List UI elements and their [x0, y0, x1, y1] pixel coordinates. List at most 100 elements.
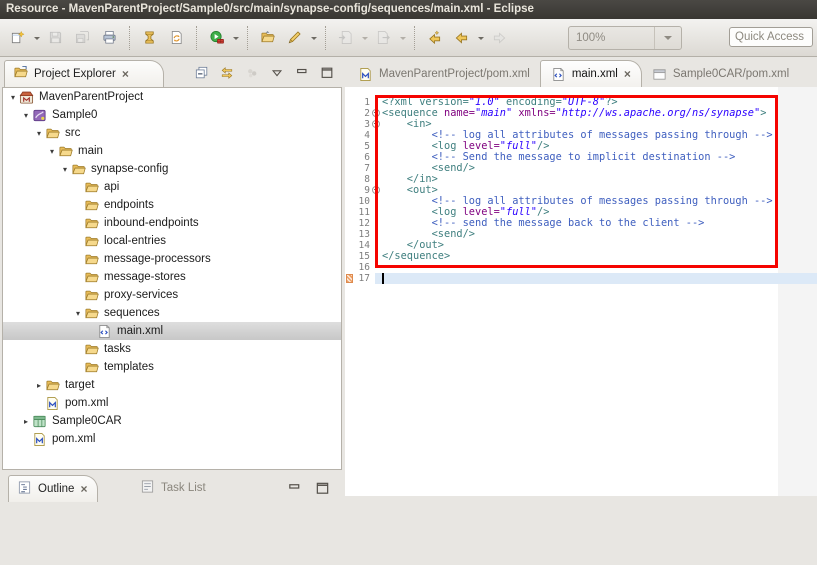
- line-number: 5: [345, 141, 370, 152]
- annotation-marker[interactable]: [346, 274, 353, 283]
- save-all-icon: [75, 30, 90, 45]
- maximize-icon[interactable]: [315, 481, 330, 501]
- task-list-tab-label: Task List: [161, 482, 206, 494]
- tree-item-proxy-services[interactable]: proxy-services: [3, 286, 341, 304]
- folder-icon: [84, 198, 99, 213]
- tree-item-pom-xml[interactable]: pom.xml: [3, 430, 341, 448]
- expander-icon[interactable]: ▾: [33, 129, 45, 138]
- tree-item-synapse-config[interactable]: ▾synapse-config: [3, 160, 341, 178]
- expander-icon[interactable]: ▾: [7, 93, 19, 102]
- tab-outline[interactable]: Outline ×: [8, 475, 98, 502]
- close-icon[interactable]: ×: [624, 68, 631, 80]
- editor-overview-ruler[interactable]: [778, 87, 817, 496]
- tree-item-label: pom.xml: [49, 433, 98, 445]
- folder-icon: [84, 234, 99, 249]
- tree-item-main[interactable]: ▾main: [3, 142, 341, 160]
- zoom-dropdown-icon[interactable]: [654, 27, 681, 49]
- tree-item-src[interactable]: ▾ src: [3, 124, 341, 142]
- editor-tab-main-xml[interactable]: main.xml×: [540, 60, 642, 87]
- outline-icon: [17, 480, 32, 498]
- tree-item-main-xml[interactable]: main.xml: [3, 322, 341, 340]
- editor-tab-sample0car-pom-xml[interactable]: Sample0CAR/pom.xml: [642, 61, 799, 87]
- print-button[interactable]: [96, 24, 123, 51]
- tree-item-target[interactable]: ▸ target: [3, 376, 341, 394]
- expander-icon[interactable]: ▾: [46, 147, 58, 156]
- editor-tab-label: Sample0CAR/pom.xml: [673, 68, 789, 80]
- run-dropdown-icon[interactable]: [230, 24, 241, 51]
- new-button[interactable]: [4, 24, 31, 51]
- editor-tab-mavenparentproject-pom-xml[interactable]: MavenParentProject/pom.xml: [348, 61, 540, 87]
- tree-item-label: local-entries: [101, 235, 169, 247]
- line-number: 8: [345, 174, 370, 185]
- tab-project-explorer[interactable]: Project Explorer ×: [4, 60, 164, 87]
- maximize-icon: [320, 66, 334, 80]
- brush-icon: [287, 30, 302, 45]
- toolbar-button-group: [4, 24, 513, 51]
- task-list-icon: [140, 479, 155, 494]
- workbench: Project Explorer × ▾MavenParentProject▾S…: [0, 57, 817, 496]
- tree-item-pom-xml[interactable]: pom.xml: [3, 394, 341, 412]
- link-with-editor-button[interactable]: [220, 66, 234, 85]
- close-icon[interactable]: ×: [122, 68, 129, 80]
- tree-item-api[interactable]: api: [3, 178, 341, 196]
- close-icon[interactable]: ×: [80, 483, 87, 495]
- view-menu-icon: [270, 66, 284, 80]
- minimize-icon[interactable]: [287, 481, 302, 501]
- open-resource-button[interactable]: [254, 24, 281, 51]
- tree-item-mavenparentproject[interactable]: ▾ MavenParentProject: [3, 88, 341, 106]
- collapse-all-button[interactable]: [195, 66, 209, 85]
- line-number: 14: [345, 240, 370, 251]
- external-tools-dropdown-icon[interactable]: [308, 24, 319, 51]
- tree-item-label: MavenParentProject: [36, 91, 146, 103]
- export-archive-button[interactable]: [136, 24, 163, 51]
- quick-access-input[interactable]: [729, 27, 813, 47]
- line-number-ruler[interactable]: 1234567891011121314151617: [345, 97, 370, 284]
- run-button[interactable]: [203, 24, 230, 51]
- maximize-button[interactable]: [320, 66, 334, 85]
- tree-item-message-stores[interactable]: message-stores: [3, 268, 341, 286]
- tree-item-sample0car[interactable]: ▸ Sample0CAR: [3, 412, 341, 430]
- tree-item-label: src: [62, 127, 83, 139]
- tree-item-inbound-endpoints[interactable]: inbound-endpoints: [3, 214, 341, 232]
- expander-icon[interactable]: ▸: [33, 381, 45, 390]
- new-wizard-icon: [10, 30, 25, 45]
- collapse-all-icon: [195, 66, 209, 80]
- task-list-icon: [140, 479, 155, 497]
- tree-item-label: sequences: [101, 307, 163, 319]
- tree-item-message-processors[interactable]: message-processors: [3, 250, 341, 268]
- tree-item-tasks[interactable]: tasks: [3, 340, 341, 358]
- code-line-17[interactable]: [382, 273, 773, 284]
- tree-item-label: Sample0CAR: [49, 415, 125, 427]
- outline-tab-label: Outline: [38, 483, 74, 495]
- minimize-button[interactable]: [295, 66, 309, 85]
- tab-task-list[interactable]: Task List: [132, 475, 216, 501]
- last-edit-location-button[interactable]: [421, 24, 448, 51]
- xml-editor[interactable]: 1234567891011121314151617 <?xml version=…: [345, 87, 817, 496]
- line-number: 6: [345, 152, 370, 163]
- tree-item-templates[interactable]: templates: [3, 358, 341, 376]
- pom-file-icon: [32, 432, 47, 447]
- expander-icon[interactable]: ▾: [72, 309, 84, 318]
- tree-item-endpoints[interactable]: endpoints: [3, 196, 341, 214]
- line-number: 4: [345, 130, 370, 141]
- editor-tabbar: MavenParentProject/pom.xmlmain.xml× Sampl…: [345, 60, 817, 88]
- tree-item-local-entries[interactable]: local-entries: [3, 232, 341, 250]
- zoom-level-value: 100%: [569, 32, 654, 44]
- expander-icon[interactable]: ▸: [20, 417, 32, 426]
- tree-item-label: tasks: [101, 343, 134, 355]
- project-tree: ▾MavenParentProject▾Sample0▾src▾main▾syn…: [2, 87, 342, 470]
- zoom-level-combo[interactable]: 100%: [568, 26, 682, 50]
- expander-icon[interactable]: ▾: [59, 165, 71, 174]
- toolbar-separator: [414, 26, 415, 50]
- back-dropdown-icon[interactable]: [475, 24, 486, 51]
- expander-icon[interactable]: ▾: [20, 111, 32, 120]
- tree-item-label: target: [62, 379, 97, 391]
- external-tools-button[interactable]: [281, 24, 308, 51]
- tree-item-sequences[interactable]: ▾ sequences: [3, 304, 341, 322]
- refresh-artifact-button[interactable]: [163, 24, 190, 51]
- back-button[interactable]: [448, 24, 475, 51]
- new-dropdown-icon[interactable]: [31, 24, 42, 51]
- view-menu-button[interactable]: [270, 66, 284, 85]
- line-number: 15: [345, 251, 370, 262]
- tree-item-sample0[interactable]: ▾Sample0: [3, 106, 341, 124]
